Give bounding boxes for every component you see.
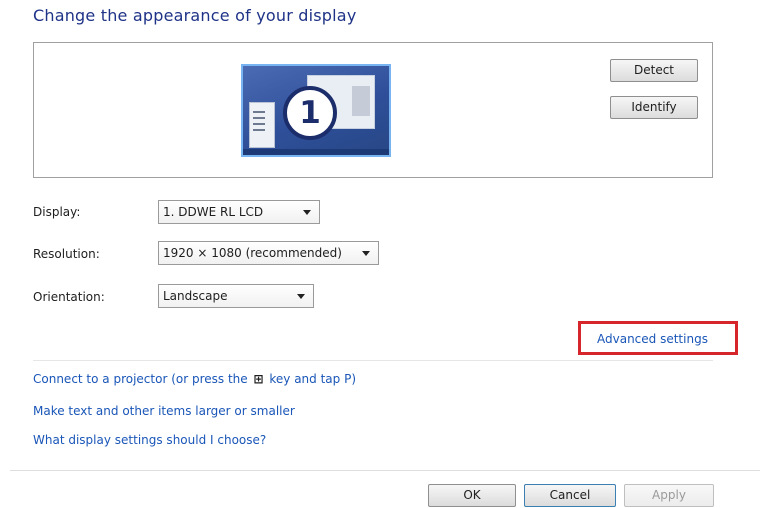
window-illustration-small (249, 102, 275, 148)
orientation-select[interactable]: Landscape (158, 284, 314, 308)
display-select-value: 1. DDWE RL LCD (163, 205, 264, 219)
display-select[interactable]: 1. DDWE RL LCD (158, 200, 320, 224)
advanced-settings-highlight: Advanced settings (578, 321, 738, 355)
resolution-label: Resolution: (33, 247, 100, 261)
monitor-1-thumbnail[interactable]: 1 (241, 64, 391, 157)
orientation-label: Orientation: (33, 290, 105, 304)
identify-button[interactable]: Identify (610, 96, 698, 119)
chevron-down-icon (303, 210, 311, 215)
detect-button[interactable]: Detect (610, 59, 698, 82)
cancel-button[interactable]: Cancel (524, 484, 616, 507)
footer-divider (10, 470, 760, 471)
resolution-select-value: 1920 × 1080 (recommended) (163, 246, 342, 260)
connect-projector-text: Connect to a projector (or press the (33, 372, 248, 386)
taskbar-illustration (243, 149, 389, 155)
advanced-settings-link[interactable]: Advanced settings (597, 332, 708, 346)
display-help-link[interactable]: What display settings should I choose? (33, 433, 266, 447)
page-title: Change the appearance of your display (33, 6, 357, 25)
ok-button[interactable]: OK (428, 484, 516, 507)
chevron-down-icon (297, 294, 305, 299)
connect-projector-link[interactable]: Connect to a projector (or press the ⊞ k… (33, 372, 356, 386)
display-label: Display: (33, 205, 81, 219)
apply-button[interactable]: Apply (624, 484, 714, 507)
orientation-select-value: Landscape (163, 289, 228, 303)
chevron-down-icon (362, 251, 370, 256)
section-divider (33, 360, 713, 361)
resolution-select[interactable]: 1920 × 1080 (recommended) (158, 241, 379, 265)
monitor-number-badge: 1 (283, 86, 337, 140)
connect-projector-text-end: key and tap P) (269, 372, 356, 386)
text-size-link[interactable]: Make text and other items larger or smal… (33, 404, 295, 418)
windows-logo-key-icon: ⊞ (253, 372, 264, 386)
